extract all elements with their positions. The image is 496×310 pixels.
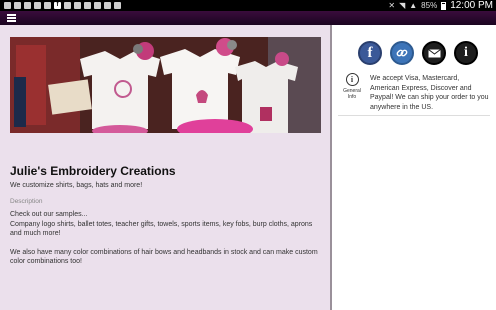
notification-icon bbox=[24, 2, 31, 9]
battery-icon bbox=[441, 1, 447, 10]
notification-icon bbox=[74, 2, 81, 9]
sidebar-divider bbox=[338, 115, 490, 116]
mail-notification-icon bbox=[94, 2, 101, 9]
general-info-label: General Info bbox=[343, 88, 361, 100]
mail-icon[interactable] bbox=[422, 41, 446, 65]
link-icon[interactable] bbox=[390, 41, 414, 65]
facebook-notification-icon: f bbox=[54, 2, 61, 9]
hero-photo bbox=[10, 37, 321, 133]
contact-actions: f i bbox=[358, 41, 478, 65]
facebook-icon[interactable]: f bbox=[358, 41, 382, 65]
signal-icon: ▲ bbox=[409, 1, 418, 10]
menu-icon[interactable] bbox=[7, 13, 16, 23]
app-bar bbox=[0, 11, 496, 25]
notification-icon bbox=[104, 2, 111, 9]
clock: 12:00 PM bbox=[450, 0, 493, 11]
notification-icons: f bbox=[0, 2, 121, 9]
battery-percent: 85% bbox=[421, 1, 438, 10]
notification-icon bbox=[44, 2, 51, 9]
general-info-icon: i bbox=[345, 73, 359, 86]
description-text: Check out our samples... Company logo sh… bbox=[10, 210, 325, 276]
embroidered-shirts-photo bbox=[10, 37, 321, 133]
mute-icon: ✕ bbox=[388, 1, 396, 10]
business-tagline: We customize shirts, bags, hats and more… bbox=[10, 182, 143, 189]
wifi-icon: ◥ bbox=[399, 1, 406, 10]
notification-icon bbox=[84, 2, 91, 9]
info-icon[interactable]: i bbox=[454, 41, 478, 65]
description-line: Company logo shirts, ballet totes, teach… bbox=[10, 220, 313, 238]
business-name: Julie's Embroidery Creations bbox=[10, 164, 176, 178]
business-detail-pane: Julie's Embroidery Creations We customiz… bbox=[0, 25, 330, 310]
download-notification-icon bbox=[114, 2, 121, 9]
notification-icon bbox=[14, 2, 21, 9]
notification-icon bbox=[34, 2, 41, 9]
status-bar: f ✕ ◥ ▲ 85% 12:00 PM bbox=[0, 0, 496, 11]
notification-icon bbox=[64, 2, 71, 9]
description-line: We also have many color combinations of … bbox=[10, 248, 318, 266]
notification-icon bbox=[4, 2, 11, 9]
contact-sidebar: f i i General Info We accept Visa, Maste… bbox=[332, 25, 496, 310]
description-label: Description bbox=[10, 198, 43, 205]
description-line: Check out our samples... bbox=[10, 211, 88, 218]
general-info-text: We accept Visa, Mastercard, American Exp… bbox=[370, 75, 489, 111]
general-info-badge: i General Info bbox=[340, 73, 364, 100]
